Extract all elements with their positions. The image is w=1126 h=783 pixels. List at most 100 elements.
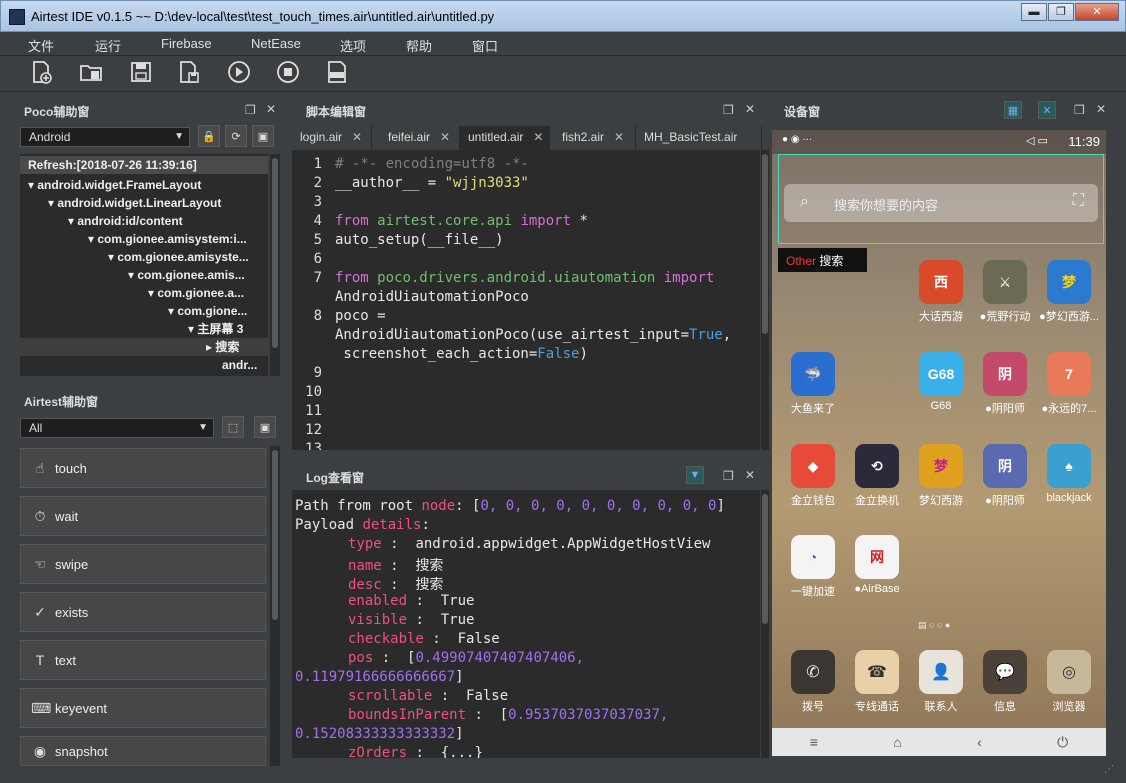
dock-app[interactable]: 👤 联系人 (910, 650, 972, 714)
app-icon[interactable]: 西大话西游 (910, 260, 972, 324)
tree-node[interactable]: ▾ com.gionee.amis... (128, 266, 245, 284)
touch-button[interactable]: ☝ touch (20, 448, 266, 488)
app-icon: 阴 (983, 444, 1027, 488)
dock-app[interactable]: ✆ 拨号 (782, 650, 844, 714)
menu-window[interactable]: 窗口 (472, 36, 498, 55)
exists-button[interactable]: ✓ exists (20, 592, 266, 632)
menu-run[interactable]: 运行 (95, 36, 121, 55)
tab-fish2[interactable]: fish2.air ✕ (554, 126, 636, 150)
wait-button[interactable]: ⏱ wait (20, 496, 266, 536)
tree-node[interactable]: ▾ android.widget.LinearLayout (48, 194, 221, 212)
tree-node[interactable]: andr... (222, 356, 257, 374)
app-icon[interactable]: 阴 ●阴阳师 (974, 352, 1036, 416)
app-icon[interactable]: ◆ 金立钱包 (782, 444, 844, 508)
log-scrollbar[interactable] (761, 490, 769, 758)
device-panel-title: 设备窗 (784, 105, 821, 119)
close-icon[interactable]: ✕ (614, 130, 624, 144)
close-icon[interactable]: ✕ (745, 468, 755, 482)
app-icon[interactable]: ♠ blackjack (1038, 444, 1100, 504)
tab-feifei[interactable]: feifei.air ✕ (380, 126, 460, 150)
airtest-filter-select[interactable]: All ▼ (20, 418, 214, 438)
dock-app[interactable]: ☎ 专线通话 (846, 650, 908, 714)
text-button[interactable]: Ttext (20, 640, 266, 680)
log-icon[interactable] (324, 59, 350, 85)
close-icon[interactable]: ✕ (1096, 102, 1106, 116)
close-window-button[interactable]: ✕ (1075, 3, 1119, 21)
swipe-icon: ☜ (33, 555, 47, 572)
actions-scrollbar[interactable] (270, 446, 280, 766)
new-file-icon[interactable] (28, 59, 54, 85)
tree-node[interactable]: ▾ com.gionee.amisystem:i... (88, 230, 247, 248)
menu-firebase[interactable]: Firebase (161, 36, 212, 51)
app-icon[interactable]: 7 ●永远的7... (1038, 352, 1100, 416)
tree-node[interactable]: ▾ com.gionee.a... (148, 284, 244, 302)
app-icon[interactable]: 🦈 大鱼来了 (782, 352, 844, 416)
close-icon[interactable]: ✕ (352, 130, 362, 144)
menu-help[interactable]: 帮助 (406, 36, 432, 55)
app-icon[interactable]: 阴 ●阴阳师 (974, 444, 1036, 508)
search-bar[interactable]: ⌕ 搜索你想要的内容 ⛶ (784, 184, 1098, 222)
app-icon[interactable]: 梦梦幻西游 (910, 444, 972, 508)
stop-icon[interactable] (275, 59, 301, 85)
tree-scrollbar[interactable] (270, 154, 280, 376)
app-icon[interactable]: ⚔ ●荒野行动 (974, 260, 1036, 324)
tools-icon[interactable]: ✕ (1038, 101, 1056, 119)
tab-untitled[interactable]: untitled.air ✕ (460, 126, 550, 150)
save-as-icon[interactable] (176, 59, 202, 85)
close-icon[interactable]: ✕ (266, 102, 276, 116)
filter-icon[interactable]: ▼ (686, 466, 704, 484)
home-icon[interactable]: ⌂ (893, 734, 901, 750)
close-icon[interactable]: ✕ (440, 130, 450, 144)
app-icon[interactable]: 网 ●AirBase (846, 535, 908, 595)
app-icon[interactable]: ◔ 一键加速 (782, 535, 844, 599)
close-icon[interactable]: ✕ (745, 102, 755, 116)
keyevent-button[interactable]: ⌨ keyevent (20, 688, 266, 728)
refresh-icon[interactable]: ⟳ (225, 125, 247, 147)
tree-node[interactable]: ▾ 主屏幕 3 (188, 320, 243, 338)
battery-icon: ◁ ▭ (1026, 135, 1048, 147)
tab-login[interactable]: login.air ✕ (292, 126, 372, 150)
save-icon[interactable] (128, 59, 154, 85)
menu-file[interactable]: 文件 (28, 36, 54, 55)
dock-app[interactable]: 💬 信息 (974, 650, 1036, 714)
app-icon[interactable]: G68 G68 (910, 352, 972, 412)
record-icon[interactable]: ▣ (254, 416, 276, 438)
record-icon[interactable]: ▣ (252, 125, 274, 147)
float-icon[interactable]: ❐ (245, 103, 256, 117)
screenshot-select-icon[interactable]: ⬚ (222, 416, 244, 438)
swipe-button[interactable]: ☜ swipe (20, 544, 266, 584)
menu-icon[interactable]: ≡ (810, 734, 818, 750)
phone-icon: ✆ (791, 650, 835, 694)
tree-node[interactable]: ▾ com.gionee.amisyste... (108, 248, 249, 266)
float-icon[interactable]: ❐ (723, 469, 734, 483)
app-icon: G68 (919, 352, 963, 396)
minimize-button[interactable]: ▬ (1021, 3, 1047, 21)
menu-netease[interactable]: NetEase (251, 36, 301, 51)
lock-icon[interactable]: 🔒 (198, 125, 220, 147)
dock-app[interactable]: ◎ 浏览器 (1038, 650, 1100, 714)
float-icon[interactable]: ❐ (723, 103, 734, 117)
scan-icon[interactable]: ⛶ (1073, 192, 1084, 210)
tab-mh-basictest[interactable]: MH_BasicTest.air (636, 126, 762, 150)
close-icon[interactable]: ✕ (533, 130, 543, 144)
tree-node[interactable]: ▾ android:id/content (68, 212, 183, 230)
tree-node[interactable]: ▾ com.gione... (168, 302, 247, 320)
float-icon[interactable]: ❐ (1074, 103, 1085, 117)
power-icon[interactable]: ⏻ (1057, 734, 1068, 751)
tree-node[interactable]: ▾ android.widget.FrameLayout (28, 176, 201, 194)
app-icon[interactable]: ⟲ 金立换机 (846, 444, 908, 508)
open-folder-icon[interactable] (78, 59, 104, 85)
menu-options[interactable]: 选项 (340, 36, 366, 55)
app-icon[interactable]: 梦 ●梦幻西游... (1038, 260, 1100, 324)
code-editor[interactable]: 1 2 3 4 5 6 7 8 9 10 11 12 13 # -*- enco… (292, 150, 760, 450)
resize-grip-icon[interactable]: ⋰ (1104, 764, 1114, 775)
back-icon[interactable]: ‹ (977, 734, 982, 750)
snapshot-button[interactable]: ◉ snapshot (20, 736, 266, 766)
run-icon[interactable] (226, 59, 252, 85)
tree-node-selected[interactable]: ▸ 搜索 (20, 338, 268, 356)
editor-scrollbar[interactable] (761, 150, 769, 450)
device-screen[interactable]: ● ◉ ··· ◁ ▭ 11:39 ⌕ 搜索你想要的内容 ⛶ Other 搜索 … (772, 130, 1106, 756)
poco-mode-select[interactable]: Android ▼ (20, 127, 190, 147)
maximize-button[interactable]: ❐ (1048, 3, 1074, 21)
device-list-icon[interactable]: ▦ (1004, 101, 1022, 119)
